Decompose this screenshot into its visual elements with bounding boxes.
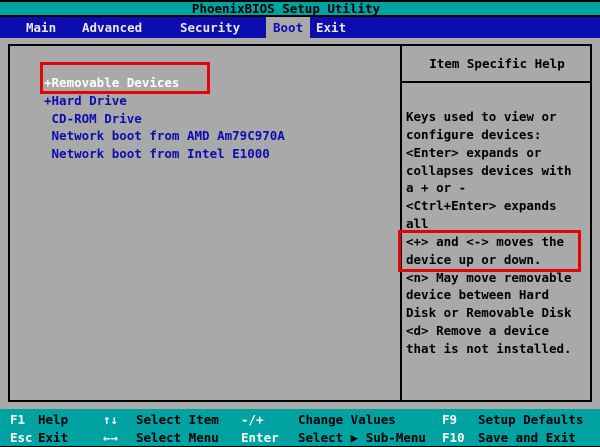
help-line: <n> May move removable [406, 269, 590, 287]
app-title: PhoenixBIOS Setup Utility [192, 2, 380, 15]
boot-item[interactable]: Network boot from AMD Am79C970A [10, 127, 390, 145]
help-line: collapses devices with [406, 162, 590, 180]
help-panel-header: Item Specific Help [402, 46, 592, 83]
footer-row-1: F1 Help ↑↓ Select Item -/+ Change Values F9 Set… [0, 411, 600, 429]
footer-key: Esc [10, 429, 33, 446]
boot-item[interactable]: +Hard Drive [10, 92, 390, 110]
help-line: device between Hard [406, 286, 590, 304]
footer-key: F9 [442, 411, 457, 428]
footer-label: Save and Exit [478, 429, 576, 446]
footer-key: -/+ [241, 411, 264, 428]
help-panel-title: Item Specific Help [429, 56, 564, 71]
main-panel: +Removable Devices+Hard Drive CD-ROM Dri… [8, 44, 592, 402]
tab-security[interactable]: Security [180, 17, 240, 38]
help-line: Keys used to view or [406, 108, 590, 126]
footer-key: F10 [442, 429, 465, 446]
menu-bar: Main Advanced Security Boot Exit [0, 17, 600, 38]
footer-label: Setup Defaults [478, 411, 583, 428]
footer-label: Select ▶ Sub-Menu [298, 429, 426, 446]
boot-device-list: +Removable Devices+Hard Drive CD-ROM Dri… [10, 74, 390, 163]
help-line: device up or down. [406, 251, 578, 269]
help-panel: Item Specific Help Keys used to view orc… [400, 46, 592, 400]
boot-item[interactable]: +Removable Devices [10, 74, 390, 92]
help-line: that is not installed. [406, 340, 590, 358]
bios-screen: PhoenixBIOS Setup Utility Main Advanced Se… [0, 0, 600, 446]
help-line: <+> and <-> moves the [406, 233, 578, 251]
boot-item[interactable]: CD-ROM Drive [10, 110, 390, 128]
footer-label: Select Menu [136, 429, 219, 446]
footer-label: Change Values [298, 411, 396, 428]
footer-key: Enter [241, 429, 279, 446]
help-line: <d> Remove a device [406, 322, 590, 340]
footer-label: Exit [38, 429, 68, 446]
footer-label: Select Item [136, 411, 219, 428]
footer-keybar: F1 Help ↑↓ Select Item -/+ Change Values F9 Set… [0, 409, 600, 446]
help-line: a + or - [406, 179, 590, 197]
footer-key: F1 [10, 411, 25, 428]
annotation-box-help: <+> and <-> moves thedevice up or down. [398, 230, 581, 272]
tab-main[interactable]: Main [26, 17, 56, 38]
tab-boot[interactable]: Boot [266, 17, 310, 38]
help-line: <Enter> expands or [406, 144, 590, 162]
help-line: <Ctrl+Enter> expands [406, 197, 590, 215]
boot-item[interactable]: Network boot from Intel E1000 [10, 145, 390, 163]
footer-label: Help [38, 411, 68, 428]
help-line: Disk or Removable Disk [406, 304, 590, 322]
tab-advanced[interactable]: Advanced [82, 17, 142, 38]
help-line: configure devices: [406, 126, 590, 144]
help-lines: Keys used to view orconfigure devices:<E… [406, 108, 590, 358]
tab-exit[interactable]: Exit [316, 17, 346, 38]
footer-key: ←→ [103, 429, 118, 446]
title-bar: PhoenixBIOS Setup Utility [0, 2, 600, 15]
footer-row-2: Esc Exit ←→ Select Menu Enter Select ▶ Sub-Me… [0, 429, 600, 447]
footer-key: ↑↓ [103, 411, 118, 428]
